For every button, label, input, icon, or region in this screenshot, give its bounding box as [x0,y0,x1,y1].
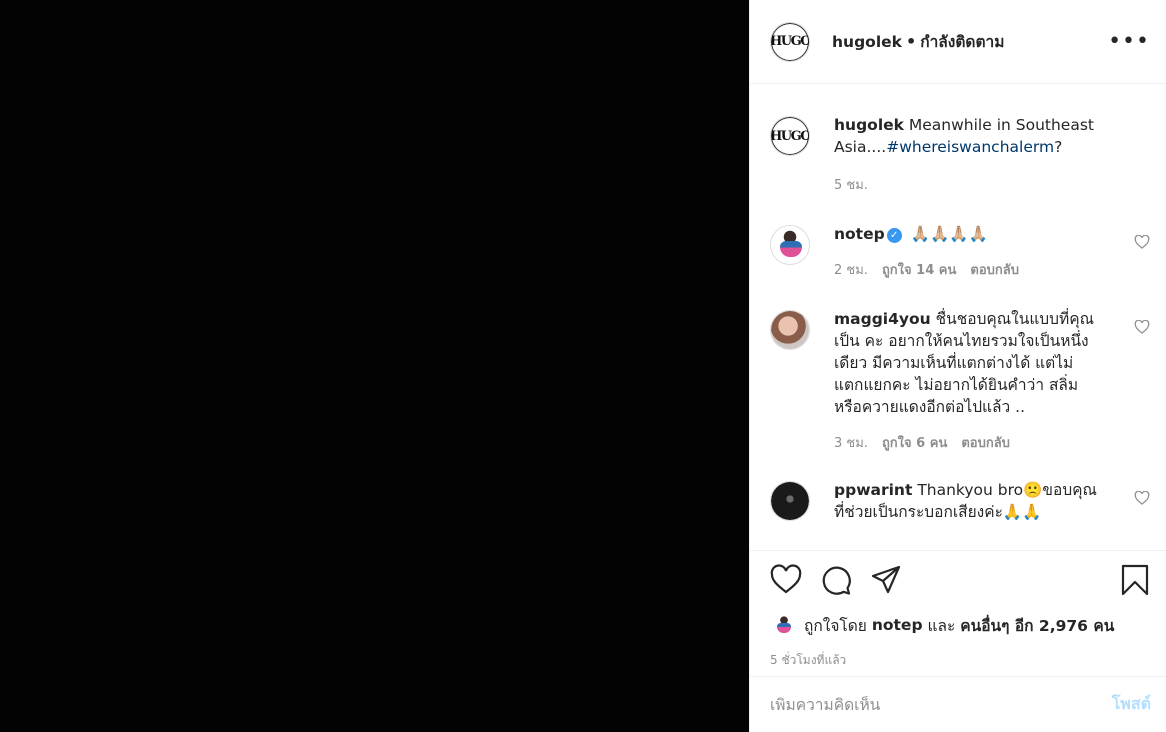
comment-time: 2 ชม. [834,263,868,278]
verified-badge-icon: ✓ [886,228,902,243]
avatar[interactable] [770,310,810,350]
likes-summary: ถูกใจโดย notep และ คนอื่นๆ อีก 2,976 คน [772,613,1151,637]
post-media[interactable] [0,0,749,732]
caption-time: 5 ชม. [834,178,868,193]
caption-text: hugolek Meanwhile in Southeast Asia....#… [834,114,1104,158]
comment-username[interactable]: maggi4you [834,310,931,328]
comment: ppwarint Thankyou bro🙁ขอบคุณที่ช่วยเป็นก… [770,479,1150,523]
bookmark-icon[interactable] [1119,564,1151,600]
more-icon[interactable]: ••• [1108,30,1150,53]
likes-others[interactable]: คนอื่นๆ อีก 2,976 คน [960,613,1114,638]
post-header: HUGO hugolek • กำลังติดตาม ••• [750,0,1166,84]
comment-likes[interactable]: ถูกใจ 14 คน [882,259,956,280]
likes-prefix: ถูกใจโดย [804,616,867,635]
comment-likes[interactable]: ถูกใจ 6 คน [882,432,947,453]
comment: maggi4you ชื่นชอบคุณในแบบที่คุณเป็น คะ อ… [770,308,1150,453]
caption-suffix: ? [1054,138,1063,156]
comment-text: 🙏🏼🙏🏼🙏🏼🙏🏼 [910,225,988,243]
post-time[interactable]: 5 ชั่วโมงที่แล้ว [770,651,1151,670]
follow-status[interactable]: กำลังติดตาม [920,29,1004,54]
header-separator: • [905,32,917,51]
avatar[interactable] [770,225,810,265]
reply-button[interactable]: ตอบกลับ [961,432,1010,453]
likes-and: และ [927,616,956,635]
avatar[interactable]: HUGO [770,116,810,156]
add-comment-bar: โพสต์ [750,676,1166,732]
post-panel: HUGO hugolek • กำลังติดตาม ••• HUGO hugo… [749,0,1166,732]
liker-avatar[interactable] [772,613,796,637]
header-username[interactable]: hugolek [832,33,902,51]
comments-list: HUGO hugolek Meanwhile in Southeast Asia… [750,84,1166,550]
comment-input[interactable] [770,695,1112,714]
share-icon[interactable] [870,564,902,600]
comment-icon[interactable] [820,564,852,600]
comment-like-icon[interactable] [1134,320,1150,334]
liker-username[interactable]: notep [872,616,923,634]
hashtag-link[interactable]: #whereiswanchalerm [886,138,1054,156]
hugo-logo: HUGO [771,22,809,61]
comment-like-icon[interactable] [1134,235,1150,249]
avatar[interactable] [770,481,810,521]
reply-button[interactable]: ตอบกลับ [970,259,1019,280]
comment-time: 3 ชม. [834,436,868,451]
caption-username[interactable]: hugolek [834,116,904,134]
caption: HUGO hugolek Meanwhile in Southeast Asia… [770,114,1150,195]
heart-icon[interactable] [770,564,802,600]
action-bar: ถูกใจโดย notep และ คนอื่นๆ อีก 2,976 คน … [750,550,1166,676]
comment: notep ✓ 🙏🏼🙏🏼🙏🏼🙏🏼 2 ชม. ถูกใจ 14 คน ตอบกลั… [770,223,1150,280]
comment-like-icon[interactable] [1134,491,1150,505]
avatar[interactable]: HUGO [770,21,810,62]
hugo-logo: HUGO [771,117,809,155]
post-button[interactable]: โพสต์ [1112,692,1151,717]
comment-username[interactable]: ppwarint [834,481,912,499]
comment-username[interactable]: notep [834,225,885,243]
